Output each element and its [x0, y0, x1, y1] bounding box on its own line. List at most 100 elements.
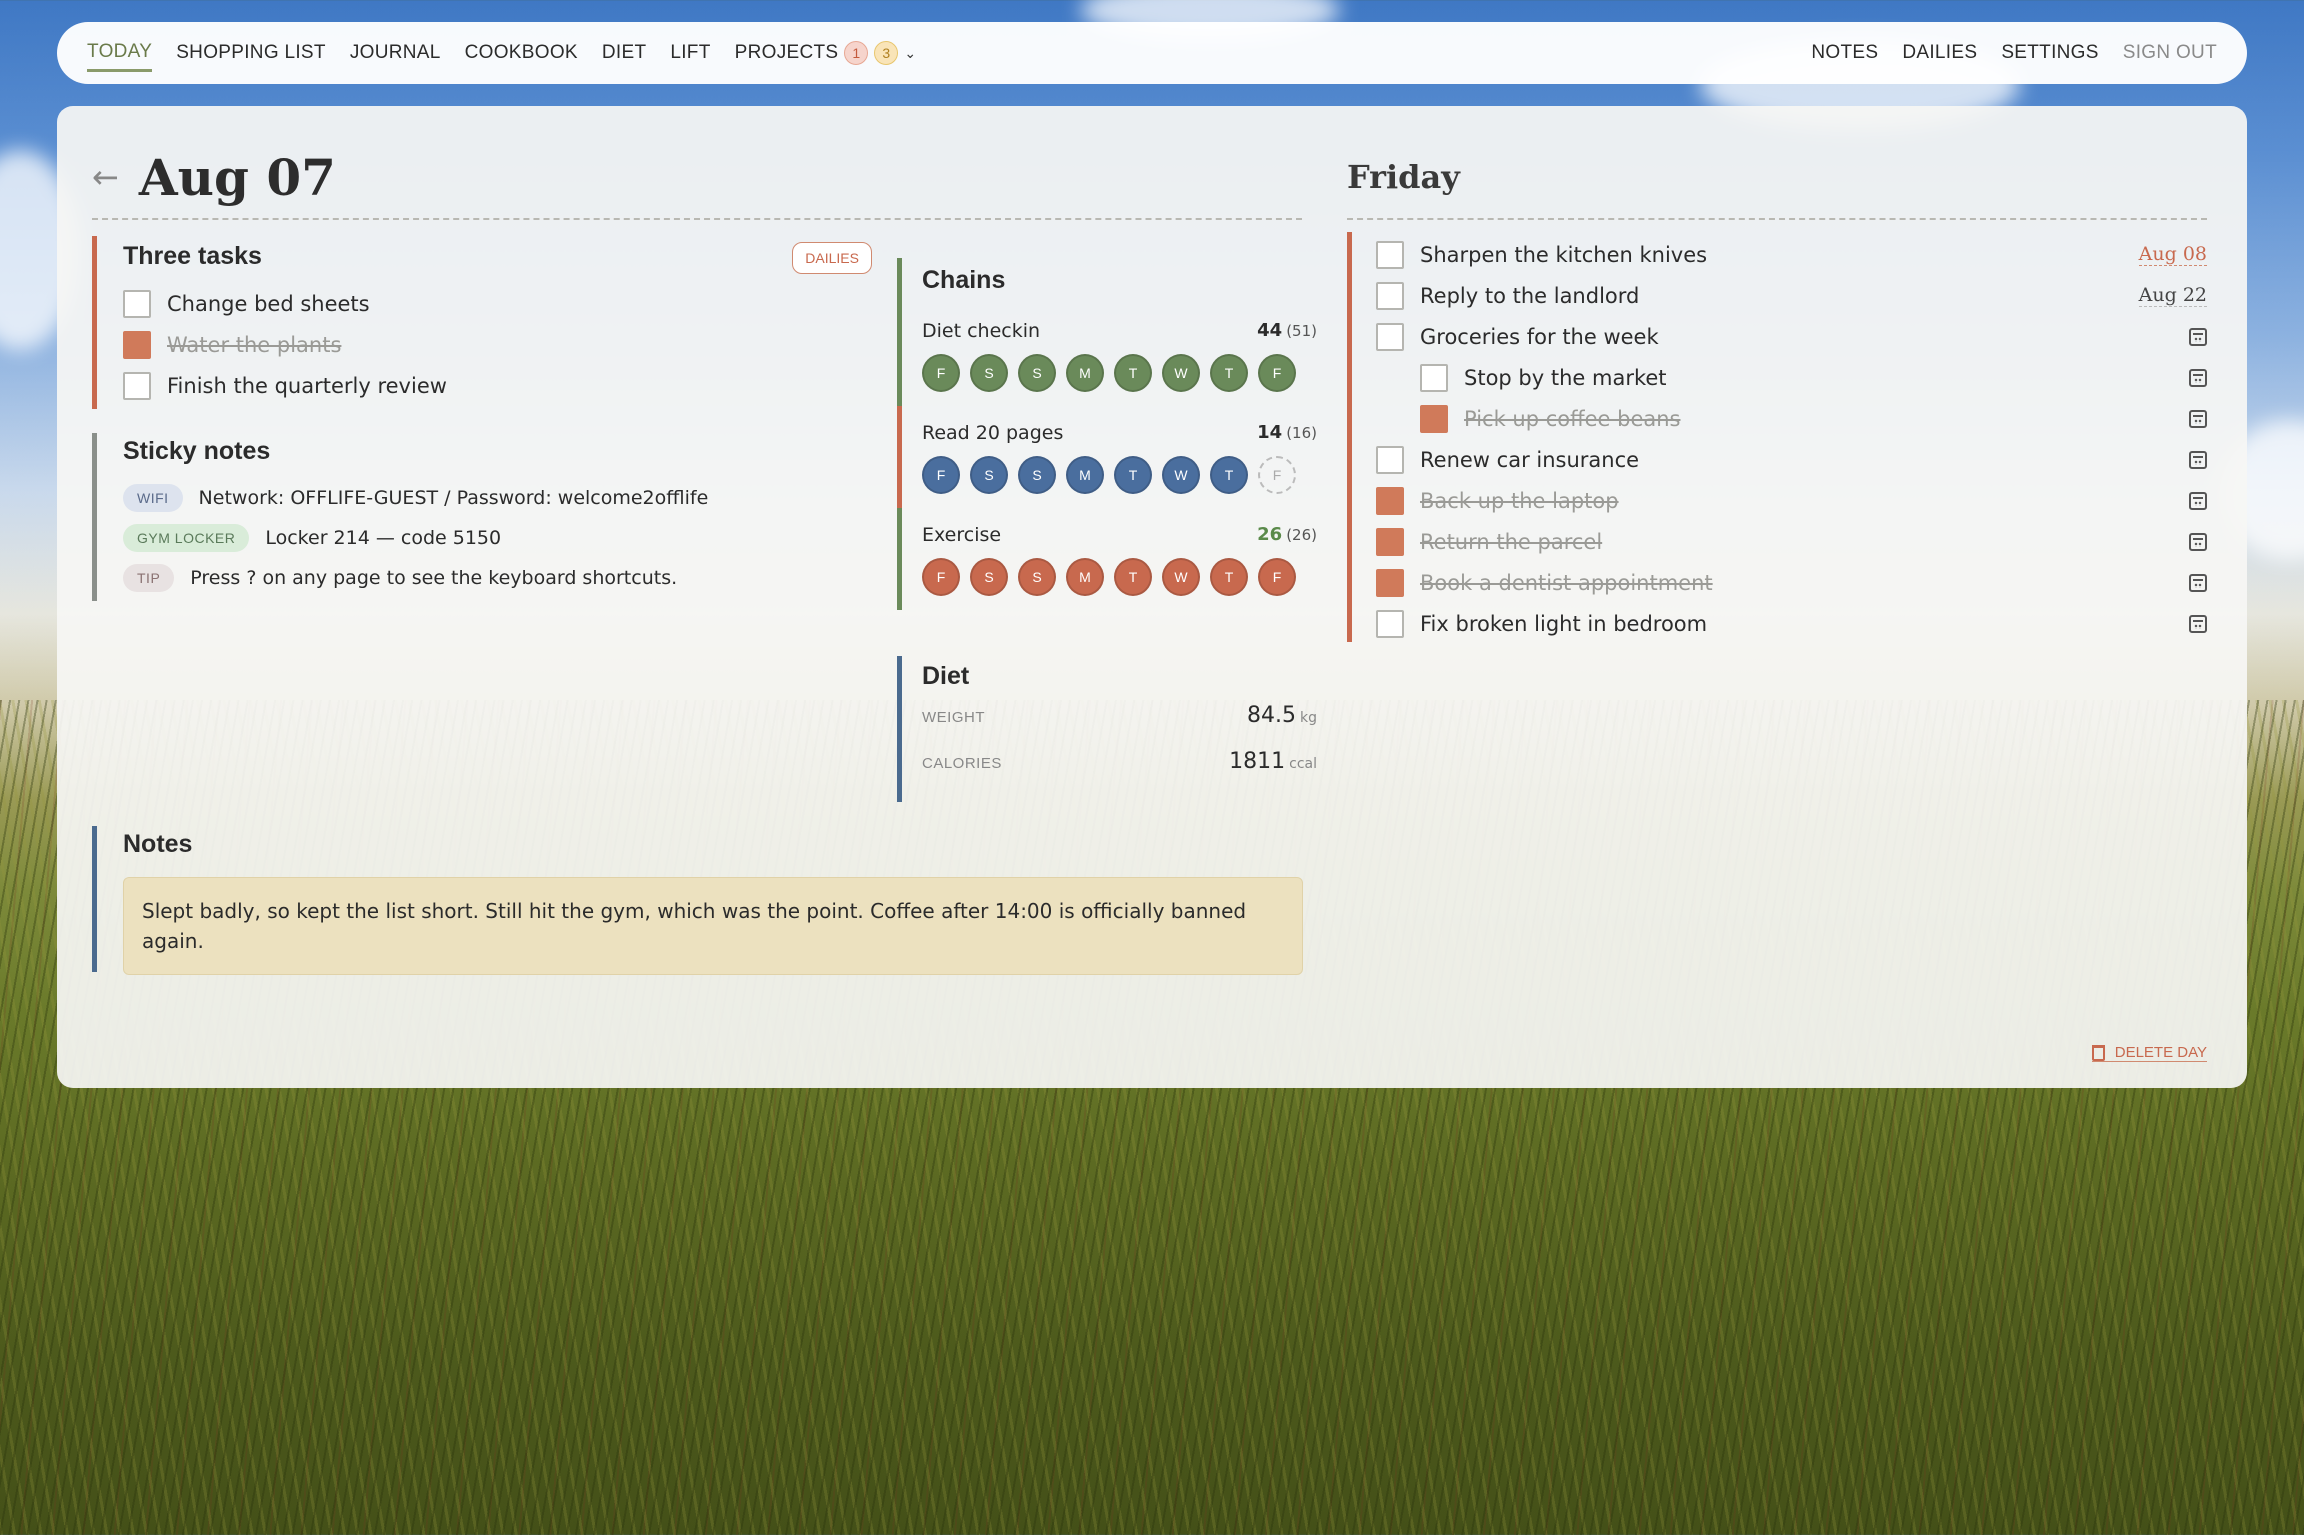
task-checkbox[interactable] [1376, 609, 1404, 638]
diet-weight-value[interactable]: 84.5 kg [1247, 703, 1317, 728]
chain-day[interactable]: W [1162, 354, 1200, 392]
weekday-task-list: Sharpen the kitchen knives Aug 08 Reply … [1347, 232, 2207, 642]
sticky-text[interactable]: Locker 214 — code 5150 [265, 527, 501, 549]
task-label[interactable]: Change bed sheets [167, 292, 370, 316]
chain-day[interactable]: S [970, 354, 1008, 392]
calendar-icon[interactable] [2189, 573, 2207, 592]
chain-day[interactable]: S [1018, 354, 1056, 392]
chain-day-empty[interactable]: F [1258, 456, 1296, 494]
weekday-subtask: Stop by the market [1376, 357, 2207, 398]
chain-day[interactable]: T [1114, 354, 1152, 392]
dailies-button[interactable]: DAILIES [792, 242, 872, 274]
sticky-notes-title: Sticky notes [123, 437, 271, 465]
task-checkbox[interactable] [1420, 363, 1448, 392]
chain-day[interactable]: T [1210, 558, 1248, 596]
nav-today[interactable]: TODAY [87, 35, 153, 72]
delete-day-button[interactable]: DELETE DAY [2091, 1044, 2207, 1062]
task-label[interactable]: Stop by the market [1464, 366, 1667, 390]
due-date[interactable]: Aug 22 [2138, 284, 2207, 307]
chain-best: (51) [1286, 322, 1317, 340]
calendar-icon[interactable] [2189, 327, 2207, 346]
nav-journal[interactable]: JOURNAL [350, 36, 441, 70]
task-checkbox-checked[interactable] [1420, 404, 1448, 433]
chain-name: Read 20 pages [922, 422, 1064, 444]
back-arrow-icon[interactable]: ← [92, 158, 119, 196]
sticky-tag-gym-locker[interactable]: GYM LOCKER [123, 524, 250, 552]
diet-title: Diet [922, 662, 970, 690]
chain-day[interactable]: T [1114, 456, 1152, 494]
chain-day[interactable]: M [1066, 558, 1104, 596]
chain-day[interactable]: S [970, 558, 1008, 596]
calendar-icon[interactable] [2189, 368, 2207, 387]
nav-settings[interactable]: SETTINGS [2001, 36, 2098, 70]
task-label[interactable]: Groceries for the week [1420, 325, 1659, 349]
task-checkbox[interactable] [123, 289, 151, 318]
chain-day[interactable]: S [1018, 558, 1056, 596]
notes-textarea[interactable]: Slept badly, so kept the list short. Sti… [123, 877, 1303, 975]
chain-day[interactable]: T [1210, 354, 1248, 392]
task-label[interactable]: Pick up coffee beans [1464, 407, 1680, 431]
due-date[interactable]: Aug 08 [2138, 243, 2207, 266]
chain-day[interactable]: F [1258, 354, 1296, 392]
sticky-tag-tip[interactable]: TIP [123, 564, 175, 592]
chain-day[interactable]: F [1258, 558, 1296, 596]
chain-day[interactable]: F [922, 456, 960, 494]
three-tasks-section: Three tasks DAILIES Change bed sheets Wa… [92, 236, 872, 409]
sticky-text[interactable]: Press ? on any page to see the keyboard … [190, 567, 677, 589]
task-label[interactable]: Fix broken light in bedroom [1420, 612, 1707, 636]
nav-cookbook[interactable]: COOKBOOK [465, 36, 578, 70]
chain-day[interactable]: M [1066, 354, 1104, 392]
task-checkbox[interactable] [1376, 322, 1404, 351]
weekday-title: Friday [1347, 158, 1460, 196]
nav-sign-out[interactable]: SIGN OUT [2123, 36, 2217, 70]
task-label[interactable]: Finish the quarterly review [167, 374, 447, 398]
nav-diet[interactable]: DIET [602, 36, 646, 70]
calendar-icon[interactable] [2189, 532, 2207, 551]
day-card: ← Aug 07 Friday Three tasks DAILIES Chan… [57, 106, 2247, 1088]
task-checkbox-checked[interactable] [123, 330, 151, 359]
nav-projects[interactable]: PROJECTS 1 3 ⌄ [735, 35, 917, 71]
chain-day[interactable]: S [970, 456, 1008, 494]
sticky-text[interactable]: Network: OFFLIFE-GUEST / Password: welco… [199, 487, 709, 509]
task-checkbox-checked[interactable] [1376, 486, 1404, 515]
task-checkbox[interactable] [1376, 281, 1404, 310]
chain-day[interactable]: F [922, 354, 960, 392]
task-label[interactable]: Reply to the landlord [1420, 284, 1639, 308]
chain-day[interactable]: F [922, 558, 960, 596]
chevron-down-icon[interactable]: ⌄ [904, 45, 916, 62]
task-checkbox[interactable] [1376, 240, 1404, 269]
nav-lift[interactable]: LIFT [670, 36, 710, 70]
top-navigation: TODAY SHOPPING LIST JOURNAL COOKBOOK DIE… [57, 22, 2247, 84]
chain-day[interactable]: W [1162, 456, 1200, 494]
chain-day[interactable]: S [1018, 456, 1056, 494]
task-checkbox-checked[interactable] [1376, 568, 1404, 597]
task-label[interactable]: Water the plants [167, 333, 341, 357]
task-label[interactable]: Back up the laptop [1420, 489, 1619, 513]
task-label[interactable]: Book a dentist appointment [1420, 571, 1713, 595]
task-checkbox[interactable] [1376, 445, 1404, 474]
nav-notes[interactable]: NOTES [1811, 36, 1878, 70]
chain-name: Diet checkin [922, 320, 1041, 342]
chain-count-value: 26 [1257, 524, 1283, 545]
nav-shopping-list[interactable]: SHOPPING LIST [176, 36, 326, 70]
chain-day[interactable]: W [1162, 558, 1200, 596]
chain-day[interactable]: T [1114, 558, 1152, 596]
calendar-icon[interactable] [2189, 614, 2207, 633]
weekday-task: Reply to the landlord Aug 22 [1376, 275, 2207, 316]
task-label[interactable]: Sharpen the kitchen knives [1420, 243, 1707, 267]
chain-count: 14 (16) [1257, 422, 1317, 444]
nav-dailies[interactable]: DAILIES [1902, 36, 1977, 70]
sticky-tag-wifi[interactable]: WIFI [123, 484, 183, 512]
diet-weight-label: WEIGHT [922, 709, 985, 726]
task-label[interactable]: Return the parcel [1420, 530, 1602, 554]
task-label[interactable]: Renew car insurance [1420, 448, 1639, 472]
chain-day[interactable]: M [1066, 456, 1104, 494]
calendar-icon[interactable] [2189, 409, 2207, 428]
calendar-icon[interactable] [2189, 450, 2207, 469]
task-checkbox[interactable] [123, 371, 151, 400]
calendar-icon[interactable] [2189, 491, 2207, 510]
diet-calories-value[interactable]: 1811 ccal [1229, 749, 1317, 774]
chain-header: Read 20 pages 14 (16) [922, 422, 1317, 444]
chain-day[interactable]: T [1210, 456, 1248, 494]
task-checkbox-checked[interactable] [1376, 527, 1404, 556]
